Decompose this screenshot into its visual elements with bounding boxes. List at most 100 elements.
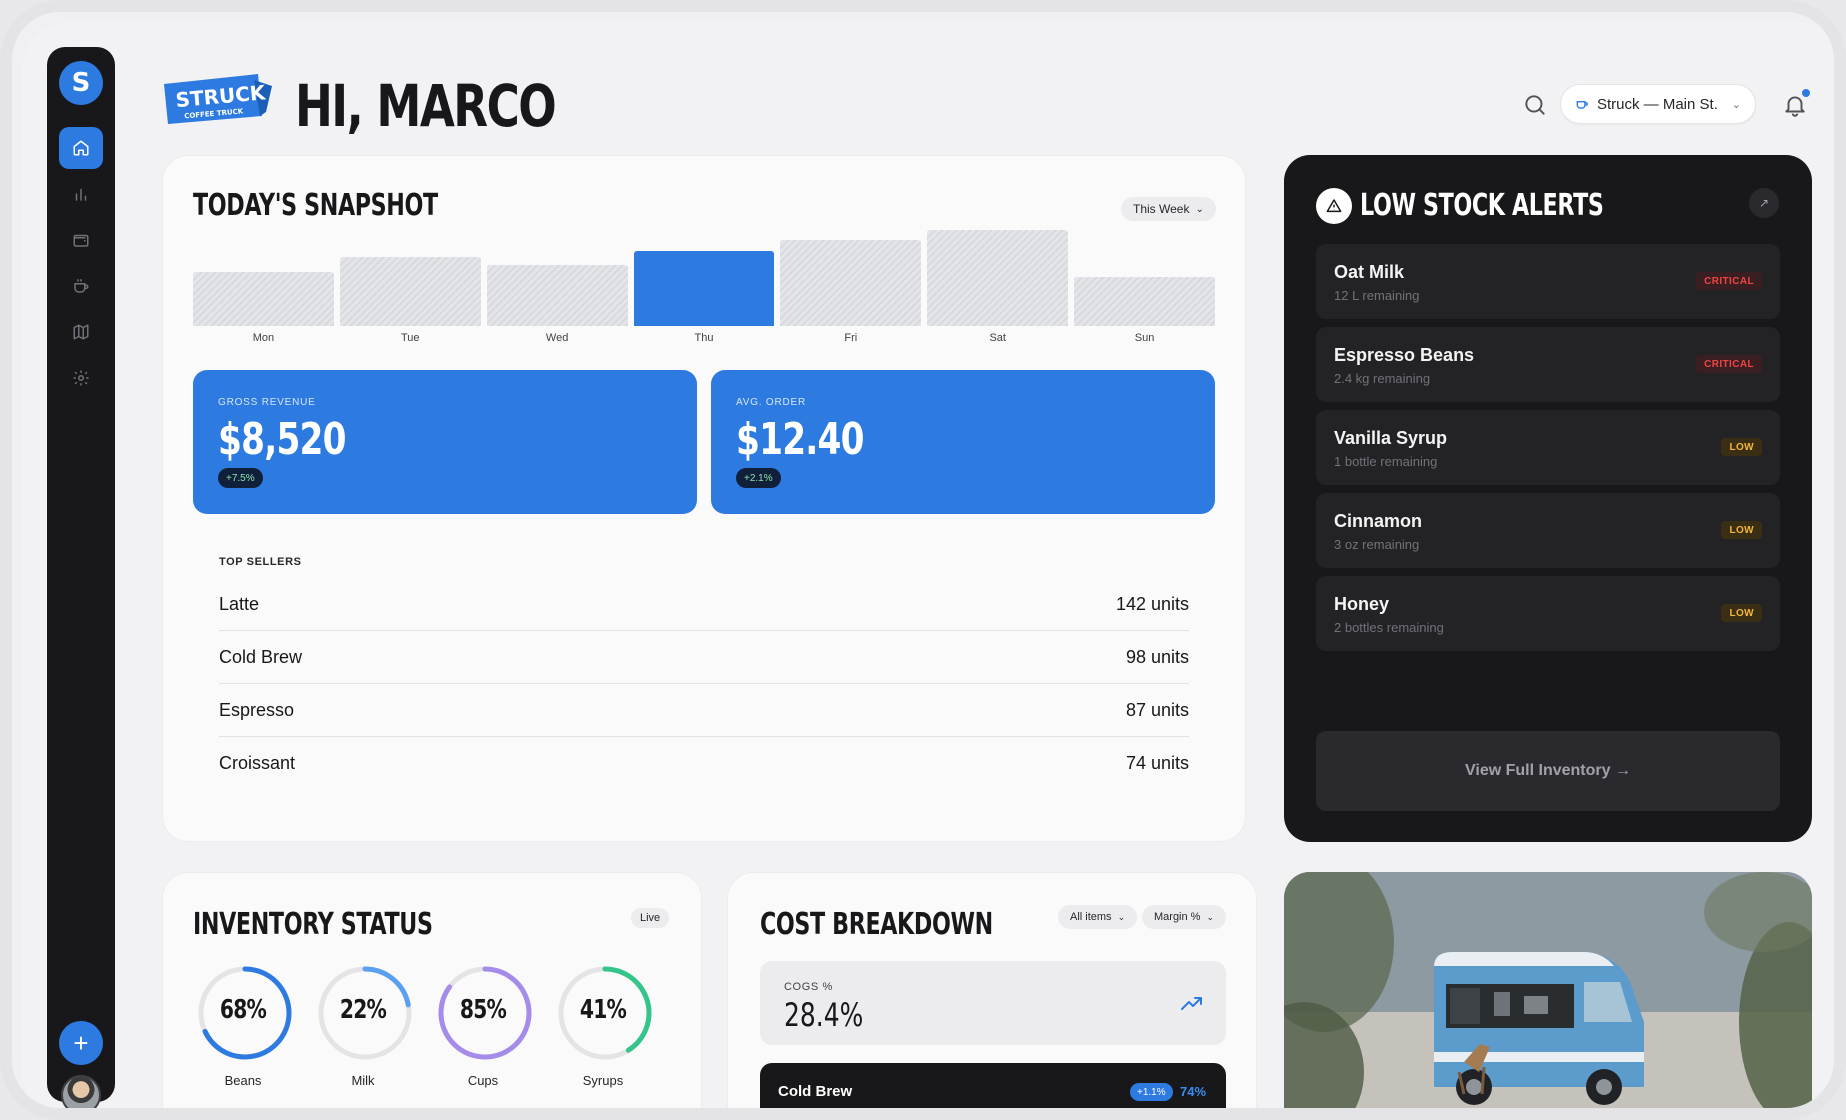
cogs-card: COGS % 28.4% [760, 961, 1226, 1045]
bar-label: Fri [844, 332, 858, 344]
gauge-label: Beans [224, 1073, 262, 1088]
alert-item[interactable]: Espresso Beans 2.4 kg remaining CRITICAL [1316, 327, 1780, 402]
chart-icon [75, 188, 87, 201]
app-window: S + STRUCK COFFEE TRUCK HI, MARCO Struck… [22, 22, 1834, 1114]
top-sellers-list: Latte 142 units Cold Brew 98 units Espress… [219, 578, 1189, 790]
list-item[interactable]: Espresso 87 units [219, 684, 1189, 737]
gauge-milk: 22% Milk [313, 963, 413, 1093]
gauge-syrups: 41% Syrups [553, 963, 653, 1093]
bar-label: Mon [252, 332, 275, 344]
alert-remaining: 12 L remaining [1334, 288, 1420, 303]
snapshot-title: TODAY'S SNAPSHOT [193, 188, 438, 223]
chevron-down-icon: ⌄ [1206, 911, 1215, 922]
gauge-beans: 68% Beans [193, 963, 293, 1093]
warning-icon [1316, 188, 1352, 224]
alerts-title: LOW STOCK ALERTS [1360, 188, 1604, 223]
cost-breakdown-card: COST BREAKDOWN All items ⌄ Margin % ⌄ CO… [727, 872, 1257, 1114]
alert-item[interactable]: Vanilla Syrup 1 bottle remaining LOW [1316, 410, 1780, 485]
list-item[interactable]: Latte 142 units [219, 578, 1189, 631]
view-full-inventory-button[interactable]: View Full Inventory → [1316, 731, 1780, 811]
product-units: 98 units [1125, 646, 1189, 667]
alert-remaining: 2.4 kg remaining [1334, 371, 1431, 386]
top-sellers-title: TOP SELLERS [219, 556, 302, 568]
product-name: Espresso [219, 699, 295, 720]
cost-change-badge: +1.1% [1130, 1083, 1173, 1101]
sidebar-item-map[interactable] [59, 311, 103, 353]
bar-tue[interactable] [339, 257, 481, 326]
alert-item[interactable]: Honey 2 bottles remaining LOW [1316, 576, 1780, 651]
product-name: Croissant [219, 753, 296, 773]
app-logo[interactable]: S [59, 61, 103, 105]
filter-label: Margin % [1154, 911, 1201, 923]
bar-label: Thu [694, 332, 714, 344]
period-select[interactable]: This Week ⌄ [1121, 197, 1216, 221]
expand-button[interactable]: ↗ [1749, 188, 1779, 218]
sidebar-item-home[interactable] [59, 127, 103, 169]
gear-icon [73, 370, 89, 386]
location-label: Struck — Main St. [1597, 95, 1718, 113]
bar-wed[interactable] [486, 264, 628, 326]
period-label: This Week [1133, 202, 1190, 216]
map-icon [73, 324, 89, 340]
avg-order-card: AVG. ORDER $12.40 +2.1% [711, 370, 1215, 514]
sidebar-item-wallet[interactable] [59, 219, 103, 261]
gross-revenue-card: GROSS REVENUE $8,520 +7.5% [193, 370, 697, 514]
coffee-cup-icon [1576, 100, 1588, 109]
sidebar-item-settings[interactable] [59, 357, 103, 399]
inventory-card: INVENTORY STATUS Live 68% Beans 22% Milk 85%… [162, 872, 702, 1108]
alert-remaining: 2 bottles remaining [1334, 620, 1444, 635]
kpi-label: AVG. ORDER [736, 397, 807, 408]
margin-progress [778, 1109, 1208, 1114]
cost-item-name: Cold Brew [778, 1083, 853, 1100]
bar-thu[interactable] [633, 251, 775, 326]
list-item[interactable]: Croissant 74 units [219, 737, 1189, 790]
alert-item[interactable]: Oat Milk 12 L remaining CRITICAL [1316, 244, 1780, 319]
inventory-gauges: 68% Beans 22% Milk 85% Cups 41% Syrups [193, 963, 673, 1093]
user-avatar[interactable] [61, 1075, 101, 1108]
status-badge: CRITICAL [1696, 272, 1762, 290]
cogs-value: 28.4% [784, 996, 864, 1034]
coffee-cup-icon [74, 279, 89, 293]
bar-label: Sat [989, 332, 1006, 344]
gauge-value: 85% [459, 995, 507, 1025]
bar-sun[interactable] [1074, 277, 1215, 326]
bar-label: Sun [1134, 332, 1155, 344]
sidebar-item-analytics[interactable] [59, 173, 103, 215]
sidebar: S + [47, 47, 115, 1108]
items-filter[interactable]: All items ⌄ [1058, 905, 1138, 929]
kpi-change-badge: +2.1% [736, 468, 781, 488]
inventory-title: INVENTORY STATUS [193, 907, 433, 942]
bar-sat[interactable] [927, 229, 1069, 326]
list-item[interactable]: Cold Brew 98 units [219, 631, 1189, 684]
wallet-icon [73, 234, 89, 247]
product-name: Latte [219, 593, 260, 614]
gauge-label: Milk [351, 1073, 375, 1088]
alert-name: Vanilla Syrup [1334, 428, 1448, 448]
margin-progress-fill [778, 1109, 1096, 1114]
kpi-value: $8,520 [218, 414, 347, 465]
bar-fri[interactable] [780, 239, 922, 326]
product-units: 142 units [1115, 593, 1189, 614]
alert-remaining: 1 bottle remaining [1334, 454, 1438, 469]
gauge-label: Syrups [582, 1073, 624, 1088]
cost-item-row[interactable]: Cold Brew +1.1% 74% [760, 1063, 1226, 1114]
page-title: HI, MARCO [295, 72, 557, 140]
alert-list: Oat Milk 12 L remaining CRITICAL Espress… [1316, 244, 1780, 659]
location-select[interactable]: Struck — Main St. ⌄ [1560, 84, 1756, 124]
device-frame: S + STRUCK COFFEE TRUCK HI, MARCO Struck… [0, 0, 1846, 1120]
alert-item[interactable]: Cinnamon 3 oz remaining LOW [1316, 493, 1780, 568]
arrow-up-right-icon: ↗ [1758, 196, 1770, 210]
margin-value: 74% [1180, 1084, 1207, 1099]
search-button[interactable] [1522, 92, 1548, 118]
cogs-label: COGS % [784, 981, 833, 993]
metric-filter[interactable]: Margin % ⌄ [1142, 905, 1227, 929]
chevron-down-icon: ⌄ [1117, 911, 1126, 922]
gauge-value: 68% [219, 995, 267, 1025]
live-badge: Live [631, 908, 670, 928]
status-badge: LOW [1721, 604, 1762, 622]
sidebar-item-menu[interactable] [59, 265, 103, 307]
add-button[interactable]: + [59, 1021, 103, 1065]
chevron-down-icon: ⌄ [1195, 203, 1204, 215]
cost-title: COST BREAKDOWN [760, 907, 993, 942]
bar-mon[interactable] [193, 272, 334, 326]
